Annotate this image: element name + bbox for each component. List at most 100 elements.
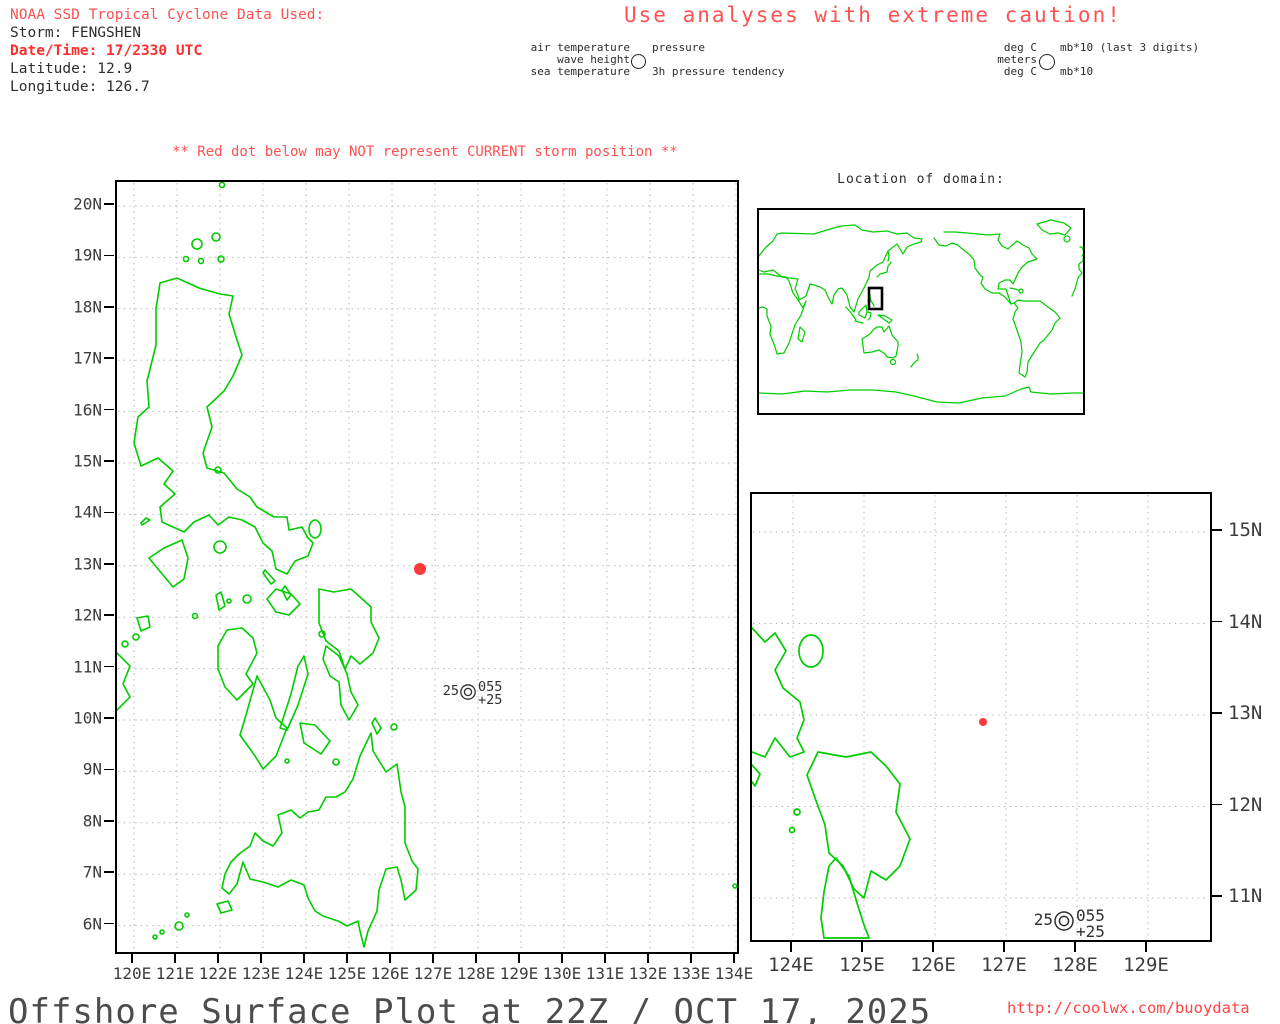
axis-tick-label: 10N (73, 709, 102, 728)
axis-tick (131, 954, 133, 963)
axis-tick (518, 954, 520, 963)
axis-tick (1212, 895, 1222, 897)
axis-tick-label: 11N (73, 657, 102, 676)
axis-tick-label: 17N (73, 349, 102, 368)
axis-tick-label: 7N (83, 863, 102, 882)
axis-tick (104, 666, 114, 668)
legend-pressure-label: pressure (652, 42, 705, 54)
axis-tick (346, 954, 348, 963)
storm-position-dot-inset (979, 718, 987, 726)
legend-tendency-unit: mb*10 (1060, 66, 1093, 78)
axis-tick (260, 954, 262, 963)
axis-tick-label: 124E (768, 954, 814, 976)
source-url: http://coolwx.com/buoydata (1007, 999, 1250, 1017)
axis-tick (104, 357, 114, 359)
axis-tick-label: 125E (328, 964, 367, 983)
axis-tick (1212, 804, 1222, 806)
header-latitude: Latitude: 12.9 (10, 60, 132, 78)
axis-tick-label: 20N (73, 195, 102, 214)
domain-inset-title: Location of domain: (757, 172, 1085, 187)
header-storm-name: Storm: FENGSHEN (10, 24, 141, 42)
axis-tick-label: 15N (1228, 519, 1262, 541)
axis-tick-label: 14N (73, 503, 102, 522)
axis-tick-label: 134E (715, 964, 754, 983)
zoom-inset-map (750, 492, 1212, 942)
axis-tick-label: 122E (199, 964, 238, 983)
legend-sea-temp-unit: deg C (837, 66, 1037, 78)
axis-tick (104, 871, 114, 873)
axis-tick-label: 132E (629, 964, 668, 983)
axis-tick-label: 13N (1228, 702, 1262, 724)
header-datetime: Date/Time: 17/2330 UTC (10, 42, 202, 60)
world-map-canvas (759, 210, 1083, 413)
axis-tick-label: 16N (73, 400, 102, 419)
axis-tick-label: 18N (73, 297, 102, 316)
header-source-line: NOAA SSD Tropical Cyclone Data Used: (10, 6, 324, 24)
axis-tick (1212, 712, 1222, 714)
axis-tick (104, 614, 114, 616)
axis-tick (561, 954, 563, 963)
axis-tick-label: 120E (113, 964, 152, 983)
station-circle-icon (631, 54, 646, 69)
axis-tick (303, 954, 305, 963)
axis-tick-label: 129E (1123, 954, 1169, 976)
axis-tick (104, 820, 114, 822)
offshore-surface-plot-page: NOAA SSD Tropical Cyclone Data Used: Sto… (0, 0, 1280, 1024)
axis-tick (690, 954, 692, 963)
buoy-air-temp: 25 (443, 683, 459, 699)
axis-tick (104, 769, 114, 771)
axis-tick (1003, 942, 1005, 952)
axis-tick-label: 13N (73, 554, 102, 573)
axis-tick-label: 12N (1228, 794, 1262, 816)
axis-tick-label: 131E (586, 964, 625, 983)
axis-tick (174, 954, 176, 963)
axis-tick-label: 128E (1052, 954, 1098, 976)
axis-tick (647, 954, 649, 963)
buoy-tendency: +25 (1076, 922, 1105, 941)
axis-tick (104, 306, 114, 308)
axis-tick (104, 460, 114, 462)
world-coastline (759, 220, 1083, 403)
axis-tick (861, 942, 863, 952)
axis-tick-label: 126E (371, 964, 410, 983)
legend-tendency-label: 3h pressure tendency (652, 66, 784, 78)
axis-tick (1074, 942, 1076, 952)
main-map-gridlines (118, 183, 736, 951)
buoy-symbol-icon (457, 681, 479, 703)
axis-tick-label: 121E (156, 964, 195, 983)
storm-position-dot-main (414, 563, 426, 575)
axis-tick (104, 255, 114, 257)
axis-tick-label: 14N (1228, 611, 1262, 633)
axis-tick (104, 409, 114, 411)
axis-tick-label: 133E (672, 964, 711, 983)
axis-tick (1212, 529, 1222, 531)
main-map-canvas (117, 182, 737, 952)
caution-banner: Use analyses with extreme caution! (624, 3, 1122, 27)
axis-tick (604, 954, 606, 963)
axis-tick-label: 11N (1228, 885, 1262, 907)
axis-tick (104, 563, 114, 565)
philippines-coastline (117, 183, 737, 948)
plot-title: Offshore Surface Plot at 22Z / OCT 17, 2… (8, 992, 931, 1024)
axis-tick-label: 127E (981, 954, 1027, 976)
station-circle-icon (1039, 54, 1055, 70)
axis-tick (389, 954, 391, 963)
buoy-symbol-icon (1051, 908, 1077, 934)
zoom-inset-gridlines (753, 495, 1209, 939)
axis-tick (790, 942, 792, 952)
axis-tick (1212, 621, 1222, 623)
axis-tick (104, 203, 114, 205)
axis-tick-label: 9N (83, 760, 102, 779)
axis-tick (104, 512, 114, 514)
axis-tick (104, 717, 114, 719)
storm-position-note: ** Red dot below may NOT represent CURRE… (172, 144, 678, 160)
axis-tick-label: 6N (83, 914, 102, 933)
axis-tick-label: 8N (83, 811, 102, 830)
axis-tick-label: 127E (414, 964, 453, 983)
axis-tick-label: 129E (500, 964, 539, 983)
axis-tick-label: 123E (242, 964, 281, 983)
axis-tick-label: 12N (73, 606, 102, 625)
axis-tick-label: 130E (543, 964, 582, 983)
axis-tick-label: 15N (73, 452, 102, 471)
axis-tick (733, 954, 735, 963)
